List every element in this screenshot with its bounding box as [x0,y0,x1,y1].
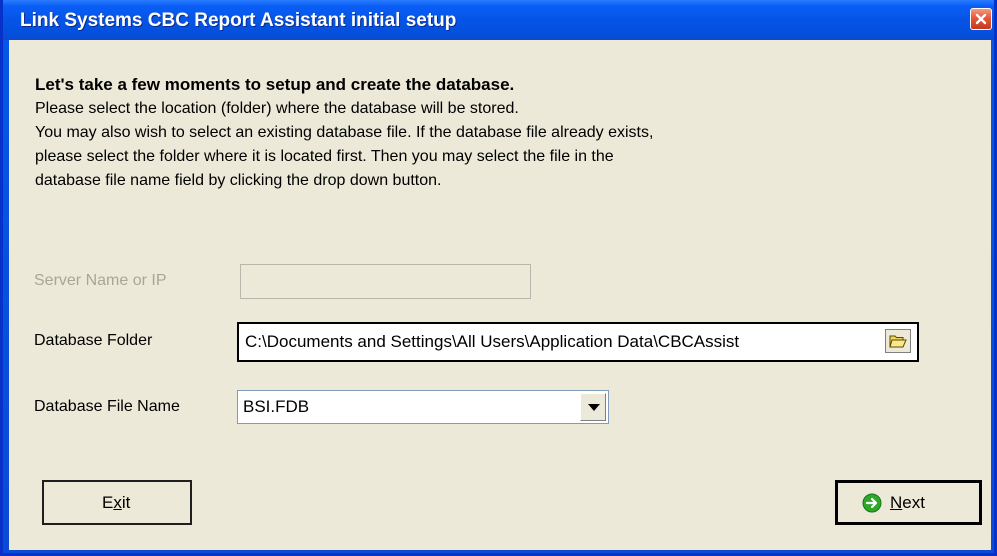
server-name-input [240,264,531,299]
intro-line: database file name field by clicking the… [35,172,442,189]
server-name-label: Server Name or IP [34,272,167,289]
intro-text: Let's take a few moments to setup and cr… [35,73,975,193]
database-file-name-select[interactable]: BSI.FDB [237,390,609,424]
database-file-name-dropdown-button[interactable] [580,393,606,421]
browse-folder-button[interactable] [885,329,911,353]
database-folder-label: Database Folder [34,332,153,349]
window-title: Link Systems CBC Report Assistant initia… [20,10,457,31]
database-file-name-value: BSI.FDB [243,397,310,416]
next-button-label: Next [890,492,925,512]
database-folder-input[interactable]: C:\Documents and Settings\All Users\Appl… [237,322,919,362]
dialog-body: Let's take a few moments to setup and cr… [9,40,991,550]
exit-button[interactable]: Exit [42,480,192,525]
title-bar[interactable]: Link Systems CBC Report Assistant initia… [3,0,994,40]
intro-heading: Let's take a few moments to setup and cr… [35,75,515,94]
intro-line: please select the folder where it is loc… [35,148,614,165]
arrow-right-circle-icon [862,493,882,513]
folder-browse-icon [889,335,907,348]
close-button[interactable] [970,8,992,30]
intro-line: You may also wish to select an existing … [35,124,654,141]
exit-button-label: Exit [102,492,131,512]
setup-dialog-window: Link Systems CBC Report Assistant initia… [0,0,997,556]
next-button[interactable]: Next [835,480,982,525]
database-folder-value: C:\Documents and Settings\All Users\Appl… [245,332,740,351]
intro-line: Please select the location (folder) wher… [35,100,519,117]
database-file-name-label: Database File Name [34,398,180,415]
close-icon [975,13,987,25]
chevron-down-icon [588,404,600,411]
